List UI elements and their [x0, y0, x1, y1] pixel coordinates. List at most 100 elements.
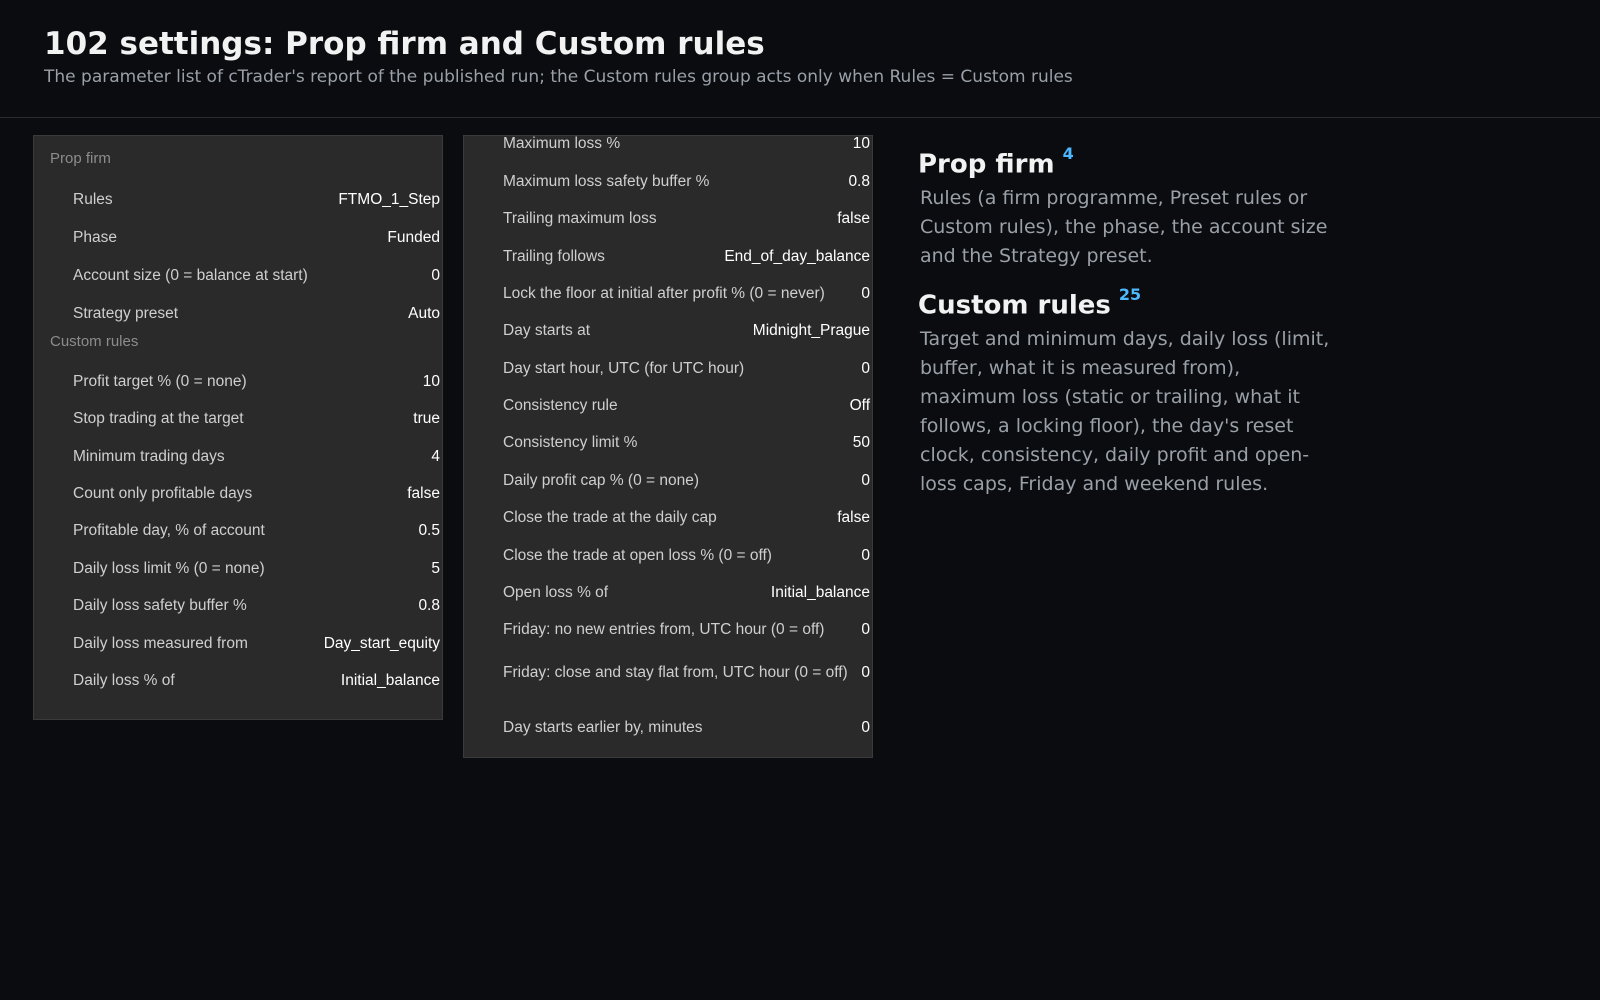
section-title: Prop firm [918, 149, 1055, 180]
setting-label: Close the trade at the daily cap [503, 509, 717, 526]
setting-value[interactable]: false [829, 210, 870, 228]
section-heading-custom-rules: Custom rules 25 [918, 285, 1338, 321]
setting-value[interactable]: 5 [423, 560, 440, 578]
setting-row-profit-target[interactable]: Profit target % (0 = none) 10 [34, 368, 442, 396]
setting-value[interactable]: 0.5 [410, 522, 440, 540]
setting-label: Friday: close and stay flat from, UTC ho… [503, 664, 848, 681]
custom-rules-section: Custom rules 25 Target and minimum days, … [918, 285, 1338, 499]
setting-row-stop-at-target[interactable]: Stop trading at the target true [34, 405, 442, 433]
setting-row-consistency-limit[interactable]: Consistency limit % 50 [464, 429, 872, 457]
setting-value[interactable]: false [399, 485, 440, 503]
setting-value[interactable]: Midnight_Prague [745, 322, 870, 340]
setting-value[interactable]: 0 [853, 360, 870, 378]
setting-row-friday-close-flat[interactable]: Friday: close and stay flat from, UTC ho… [464, 648, 872, 698]
setting-row-max-loss-buffer[interactable]: Maximum loss safety buffer % 0.8 [464, 168, 872, 196]
group-label-custom-rules: Custom rules [50, 333, 139, 350]
setting-value[interactable]: false [829, 509, 870, 527]
setting-row-profitable-day-pct[interactable]: Profitable day, % of account 0.5 [34, 517, 442, 545]
setting-value[interactable]: FTMO_1_Step [330, 191, 440, 209]
setting-label: Lock the floor at initial after profit %… [503, 285, 825, 302]
setting-value[interactable]: 4 [423, 448, 440, 466]
setting-value[interactable]: Off [842, 397, 870, 415]
setting-value[interactable]: 0 [853, 719, 870, 737]
setting-label: Stop trading at the target [73, 410, 244, 427]
setting-label: Daily profit cap % (0 = none) [503, 472, 699, 489]
setting-label: Maximum loss % [503, 135, 621, 152]
setting-value[interactable]: 0 [853, 285, 870, 303]
setting-label: Trailing maximum loss [503, 210, 657, 227]
setting-row-daily-loss-limit[interactable]: Daily loss limit % (0 = none) 5 [34, 555, 442, 583]
setting-value[interactable]: 0 [853, 664, 870, 682]
setting-label: Daily loss measured from [73, 635, 248, 652]
settings-panel-middle: Maximum loss % 10 Maximum loss safety bu… [463, 135, 873, 758]
setting-value[interactable]: Initial_balance [333, 672, 440, 690]
setting-label: Count only profitable days [73, 485, 253, 502]
setting-label: Day starts earlier by, minutes [503, 719, 703, 736]
setting-row-rules[interactable]: Rules FTMO_1_Step [34, 186, 442, 214]
setting-value[interactable]: 50 [845, 434, 870, 452]
section-description: Rules (a firm programme, Preset rules or… [920, 186, 1328, 267]
setting-label: Daily loss limit % (0 = none) [73, 560, 265, 577]
page-header: 102 settings: Prop firm and Custom rules… [0, 0, 1600, 118]
setting-label: Profit target % (0 = none) [73, 373, 247, 390]
setting-row-day-starts-earlier[interactable]: Day starts earlier by, minutes 0 [464, 714, 872, 742]
setting-label: Strategy preset [73, 305, 179, 322]
setting-row-min-trading-days[interactable]: Minimum trading days 4 [34, 443, 442, 471]
setting-label: Minimum trading days [73, 448, 225, 465]
setting-label: Close the trade at open loss % (0 = off) [503, 547, 772, 564]
setting-row-daily-loss-buffer[interactable]: Daily loss safety buffer % 0.8 [34, 592, 442, 620]
setting-value[interactable]: 0 [853, 547, 870, 565]
setting-value[interactable]: Auto [400, 305, 440, 323]
page-subtitle: The parameter list of cTrader's report o… [44, 67, 1073, 87]
section-count: 25 [1118, 285, 1142, 304]
setting-label: Rules [73, 191, 113, 208]
setting-row-daily-profit-cap[interactable]: Daily profit cap % (0 = none) 0 [464, 467, 872, 495]
setting-row-consistency-rule[interactable]: Consistency rule Off [464, 392, 872, 420]
setting-value[interactable]: Initial_balance [763, 584, 870, 602]
setting-label: Daily loss safety buffer % [73, 597, 247, 614]
setting-label: Profitable day, % of account [73, 522, 265, 539]
setting-label: Consistency limit % [503, 434, 638, 451]
setting-row-strategy-preset[interactable]: Strategy preset Auto [34, 300, 442, 328]
setting-label: Daily loss % of [73, 672, 175, 689]
group-label-prop-firm: Prop firm [50, 150, 111, 167]
setting-row-trailing-max-loss[interactable]: Trailing maximum loss false [464, 205, 872, 233]
section-title: Custom rules [918, 290, 1111, 321]
setting-row-close-at-open-loss[interactable]: Close the trade at open loss % (0 = off)… [464, 542, 872, 570]
setting-value[interactable]: 10 [845, 135, 870, 153]
setting-value[interactable]: 0.8 [410, 597, 440, 615]
setting-value[interactable]: 0 [853, 472, 870, 490]
section-heading-prop-firm: Prop firm 4 [918, 144, 1338, 180]
setting-label: Open loss % of [503, 584, 609, 601]
setting-value[interactable]: Day_start_equity [316, 635, 440, 653]
setting-row-phase[interactable]: Phase Funded [34, 224, 442, 252]
settings-panel-left: Prop firm Rules FTMO_1_Step Phase Funded… [33, 135, 443, 720]
prop-firm-section: Prop firm 4 Rules (a firm programme, Pres… [918, 144, 1338, 271]
setting-value[interactable]: 0.8 [840, 173, 870, 191]
setting-row-trailing-follows[interactable]: Trailing follows End_of_day_balance [464, 243, 872, 271]
setting-label: Day start hour, UTC (for UTC hour) [503, 360, 745, 377]
setting-row-max-loss[interactable]: Maximum loss % 10 [464, 130, 872, 158]
setting-value[interactable]: true [405, 410, 440, 428]
setting-value[interactable]: 10 [415, 373, 440, 391]
setting-label: Day starts at [503, 322, 590, 339]
section-description: Target and minimum days, daily loss (lim… [920, 327, 1330, 495]
page-title: 102 settings: Prop firm and Custom rules [44, 26, 765, 62]
setting-label: Consistency rule [503, 397, 618, 414]
setting-row-day-starts-at[interactable]: Day starts at Midnight_Prague [464, 317, 872, 345]
setting-value[interactable]: End_of_day_balance [716, 248, 870, 266]
setting-row-lock-floor[interactable]: Lock the floor at initial after profit %… [464, 280, 872, 308]
setting-label: Friday: no new entries from, UTC hour (0… [503, 621, 825, 638]
setting-row-daily-loss-pct-of[interactable]: Daily loss % of Initial_balance [34, 667, 442, 695]
setting-row-account-size[interactable]: Account size (0 = balance at start) 0 [34, 262, 442, 290]
setting-row-day-start-hour[interactable]: Day start hour, UTC (for UTC hour) 0 [464, 355, 872, 383]
setting-row-daily-loss-measured-from[interactable]: Daily loss measured from Day_start_equit… [34, 630, 442, 658]
setting-value[interactable]: 0 [853, 621, 870, 639]
setting-row-close-at-daily-cap[interactable]: Close the trade at the daily cap false [464, 504, 872, 532]
setting-value[interactable]: 0 [423, 267, 440, 285]
setting-row-open-loss-pct-of[interactable]: Open loss % of Initial_balance [464, 579, 872, 607]
setting-row-friday-no-entries[interactable]: Friday: no new entries from, UTC hour (0… [464, 616, 872, 644]
section-count: 4 [1062, 144, 1074, 163]
setting-value[interactable]: Funded [379, 229, 440, 247]
setting-row-count-profitable-days[interactable]: Count only profitable days false [34, 480, 442, 508]
